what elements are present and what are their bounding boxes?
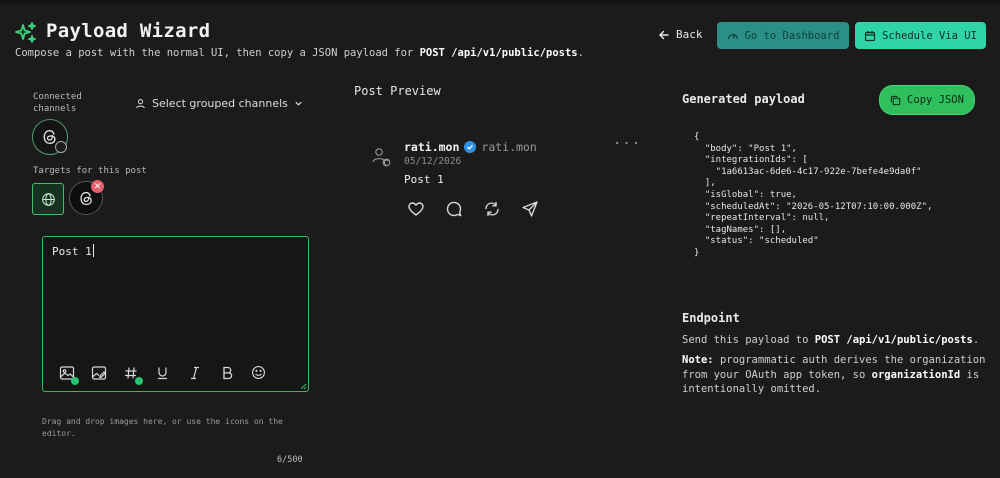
comment-icon[interactable]	[445, 200, 463, 218]
threads-icon	[78, 190, 95, 207]
more-options-button[interactable]: ···	[613, 136, 641, 152]
chevron-down-icon	[294, 99, 303, 108]
emoji-button[interactable]	[249, 363, 268, 382]
payload-json: { "body": "Post 1", "integrationIds": [ …	[694, 132, 933, 258]
user-icon	[135, 98, 146, 109]
image-edit-icon	[91, 365, 107, 381]
character-counter: 6/500	[277, 455, 303, 465]
heart-icon[interactable]	[407, 200, 425, 218]
emoji-icon	[251, 365, 266, 380]
italic-button[interactable]	[185, 363, 204, 382]
editor-text: Post 1	[52, 245, 92, 258]
editor-content[interactable]: Post 1	[52, 244, 94, 258]
remove-target-button[interactable]: ✕	[91, 180, 104, 193]
schedule-via-ui-button[interactable]: Schedule Via UI	[855, 22, 986, 49]
auth-note: Note: programmatic auth derives the orga…	[682, 353, 987, 397]
endpoint-path: POST /api/v1/public/posts	[814, 334, 973, 346]
hashtag-status-dot	[135, 377, 143, 385]
bold-button[interactable]	[217, 363, 236, 382]
copy-json-button[interactable]: Copy JSON	[879, 85, 975, 115]
media-status-dot	[71, 377, 79, 385]
schedule-label: Schedule Via UI	[882, 29, 977, 42]
post-editor[interactable]: Post 1	[42, 236, 309, 392]
go-to-dashboard-button[interactable]: Go to Dashboard	[717, 22, 849, 49]
channel-platform-badge	[55, 141, 67, 153]
global-target-button[interactable]	[32, 183, 64, 215]
arrow-left-icon	[658, 29, 670, 41]
select-grouped-channels-dropdown[interactable]: Select grouped channels	[135, 97, 303, 110]
dashboard-label: Go to Dashboard	[744, 29, 840, 42]
preview-avatar	[370, 145, 392, 167]
hashtag-button[interactable]	[121, 363, 143, 385]
sparkle-icon	[14, 21, 38, 45]
endpoint-send-text: Send this payload to	[682, 334, 809, 346]
preview-actions	[407, 200, 539, 218]
editor-toolbar	[57, 363, 268, 385]
targets-label: Targets for this post	[33, 166, 147, 176]
preview-author: rati.mon rati.mon	[404, 140, 537, 154]
preview-name: rati.mon	[404, 140, 460, 154]
post-preview-title: Post Preview	[354, 84, 441, 98]
endpoint-description: Send this payload to POST /api/v1/public…	[682, 334, 979, 346]
calendar-icon	[864, 30, 876, 42]
speedometer-icon	[727, 30, 739, 42]
top-border	[0, 0, 1000, 4]
edit-image-button[interactable]	[89, 363, 108, 382]
endpoint-suffix: .	[972, 334, 980, 346]
subtitle-suffix: .	[577, 47, 584, 59]
preview-date: 05/12/2026	[404, 156, 462, 167]
underline-icon	[156, 366, 169, 380]
back-label: Back	[676, 28, 703, 41]
note-label: Note:	[682, 354, 714, 366]
generated-payload-title: Generated payload	[682, 92, 805, 106]
text-caret	[92, 244, 94, 257]
endpoint-title: Endpoint	[682, 311, 740, 325]
preview-handle: rati.mon	[481, 140, 537, 154]
note-field: organizationId	[871, 368, 961, 381]
insert-media-button[interactable]	[57, 363, 79, 385]
back-button[interactable]: Back	[658, 28, 703, 41]
subtitle-endpoint: POST /api/v1/public/posts	[419, 47, 578, 59]
verified-badge-icon	[464, 141, 477, 153]
drag-drop-hint: Drag and drop images here, or use the ic…	[42, 417, 283, 438]
copy-json-label: Copy JSON	[907, 94, 964, 106]
page-title: Payload Wizard	[46, 20, 211, 42]
globe-icon	[41, 192, 56, 207]
page-subtitle: Compose a post with the normal UI, then …	[15, 47, 584, 59]
close-icon: ✕	[93, 181, 102, 192]
preview-body: Post 1	[404, 173, 444, 186]
subtitle-text: Compose a post with the normal UI, then …	[15, 47, 414, 59]
italic-icon	[189, 366, 201, 380]
bold-icon	[221, 366, 233, 380]
resize-handle[interactable]	[299, 382, 307, 390]
underline-button[interactable]	[153, 363, 172, 382]
select-grouped-label: Select grouped channels	[152, 97, 288, 110]
copy-icon	[890, 95, 901, 106]
send-icon[interactable]	[521, 200, 539, 218]
repost-icon[interactable]	[483, 200, 501, 218]
connected-channels-label: Connected channels	[33, 92, 82, 114]
